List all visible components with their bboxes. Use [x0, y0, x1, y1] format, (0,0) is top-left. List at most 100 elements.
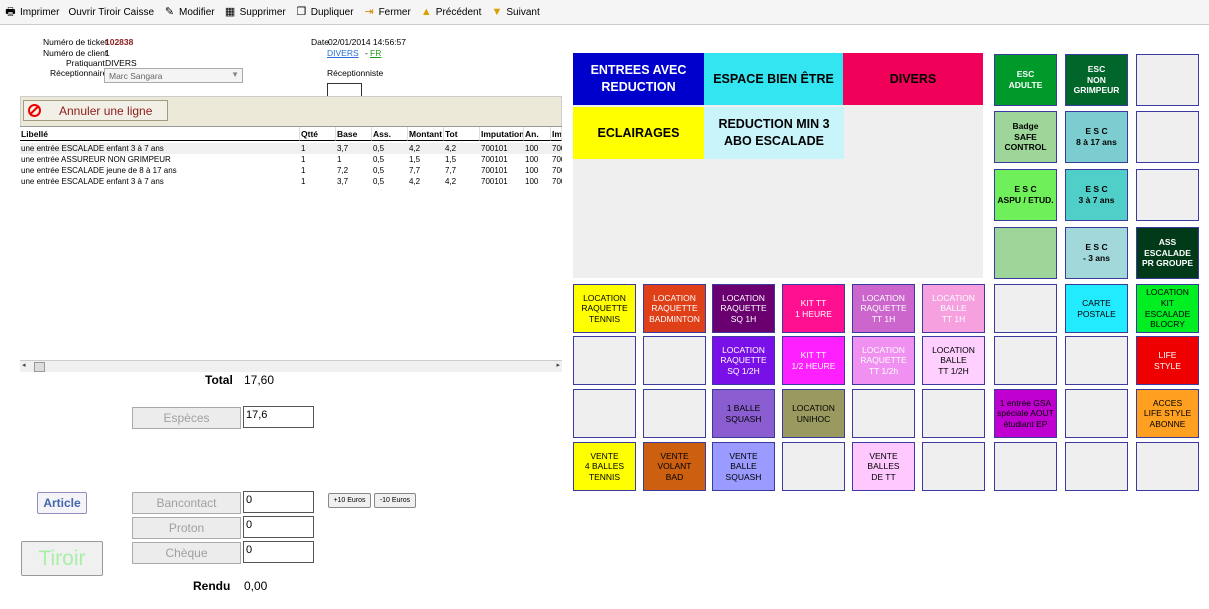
table-header[interactable]: Im: [551, 127, 562, 141]
duplicate-button[interactable]: ❐ Dupliquer: [295, 6, 353, 18]
especes-input[interactable]: 17,6: [243, 406, 314, 428]
product-tile[interactable]: [1065, 336, 1128, 385]
product-tile[interactable]: Badge SAFE CONTROL: [994, 111, 1057, 163]
category-button[interactable]: ESPACE BIEN ÊTRE: [704, 53, 843, 105]
table-row[interactable]: une entrée ESCALADE jeune de 8 à 17 ans 1…: [20, 165, 562, 176]
product-tile[interactable]: 1 entrée GSA spéciale AOUT étudiant EP: [994, 389, 1057, 438]
product-tile[interactable]: [922, 442, 985, 491]
category-button[interactable]: ECLAIRAGES: [573, 107, 704, 159]
category-button[interactable]: DIVERS: [843, 53, 983, 105]
next-button[interactable]: ▼ Suivant: [490, 6, 539, 18]
divers-link[interactable]: DIVERS: [327, 48, 359, 58]
product-tile[interactable]: [994, 336, 1057, 385]
horizontal-scrollbar[interactable]: ◂ ▸: [20, 360, 562, 372]
rendu-label: Rendu: [193, 579, 231, 593]
product-tile[interactable]: LOCATION KIT ESCALADE BLOCRY: [1136, 284, 1199, 333]
product-tile[interactable]: [1136, 54, 1199, 106]
table-row[interactable]: une entrée ASSUREUR NON GRIMPEUR 1 1 0,5 1,5…: [20, 154, 562, 165]
delete-button[interactable]: ▦ Supprimer: [224, 6, 286, 18]
receptionnaire-select[interactable]: Marc Sangara ▼: [104, 68, 243, 83]
product-tile[interactable]: E S C3 à 7 ans: [1065, 169, 1128, 221]
bancontact-input[interactable]: 0: [243, 491, 314, 513]
proton-input[interactable]: 0: [243, 516, 314, 538]
table-cell: 100: [525, 155, 539, 164]
table-row[interactable]: une entrée ESCALADE enfant 3 à 7 ans 1 3,7…: [20, 143, 562, 154]
product-tile[interactable]: [1065, 389, 1128, 438]
product-tile[interactable]: LOCATION RAQUETTE TENNIS: [573, 284, 636, 333]
product-tile[interactable]: [994, 284, 1057, 333]
table-cell: une entrée ASSUREUR NON GRIMPEUR: [21, 155, 171, 164]
print-button[interactable]: 🖶 Imprimer: [4, 6, 59, 18]
product-tile[interactable]: [994, 442, 1057, 491]
table-header[interactable]: Ass.: [372, 127, 408, 141]
product-tile[interactable]: VENTE VOLANT BAD: [643, 442, 706, 491]
close-button[interactable]: ⇥ Fermer: [363, 6, 410, 18]
cheque-input[interactable]: 0: [243, 541, 314, 563]
product-tile[interactable]: LOCATION BALLE TT 1/2H: [922, 336, 985, 385]
bancontact-button[interactable]: Bancontact: [132, 492, 241, 514]
product-tile[interactable]: ASS ESCALADE PR GROUPE: [1136, 227, 1199, 279]
product-tile[interactable]: [573, 336, 636, 385]
product-tile[interactable]: [782, 442, 845, 491]
product-tile[interactable]: LOCATION RAQUETTE SQ 1/2H: [712, 336, 775, 385]
table-cell: 0,5: [373, 177, 385, 186]
product-tile[interactable]: [643, 389, 706, 438]
product-tile[interactable]: ESC ADULTE: [994, 54, 1057, 106]
product-tile[interactable]: [922, 389, 985, 438]
especes-button[interactable]: Espèces: [132, 407, 241, 429]
product-tile[interactable]: [1136, 442, 1199, 491]
product-tile[interactable]: E S C- 3 ans: [1065, 227, 1128, 279]
product-tile[interactable]: 1 BALLE SQUASH: [712, 389, 775, 438]
product-tile[interactable]: [1136, 169, 1199, 221]
category-button[interactable]: ENTREES AVEC REDUCTION: [573, 53, 704, 105]
product-tile[interactable]: E S C ASPU / ETUD.: [994, 169, 1057, 221]
product-tile[interactable]: [1065, 442, 1128, 491]
open-drawer-button[interactable]: Ouvrir Tiroir Caisse: [68, 7, 154, 18]
product-tile[interactable]: LOCATION UNIHOC: [782, 389, 845, 438]
product-tile[interactable]: LOCATION RAQUETTE SQ 1H: [712, 284, 775, 333]
product-tile[interactable]: CARTE POSTALE: [1065, 284, 1128, 333]
tiroir-button[interactable]: Tiroir: [21, 541, 103, 576]
product-tile[interactable]: VENTE BALLES DE TT: [852, 442, 915, 491]
table-header[interactable]: Qtté: [300, 127, 336, 141]
product-tile[interactable]: [852, 389, 915, 438]
product-tile[interactable]: ACCES LIFE STYLE ABONNE: [1136, 389, 1199, 438]
pratiquant-value: DIVERS: [105, 58, 137, 68]
product-tile[interactable]: [573, 389, 636, 438]
receptionniste-input[interactable]: [327, 83, 362, 97]
table-header[interactable]: Montant: [408, 127, 444, 141]
previous-button[interactable]: ▲ Précédent: [420, 6, 482, 18]
minus-10-euros-button[interactable]: -10 Euros: [374, 493, 416, 508]
fr-link[interactable]: FR: [370, 48, 381, 58]
table-cell: 7,7: [409, 166, 421, 175]
proton-button[interactable]: Proton: [132, 517, 241, 539]
product-tile[interactable]: VENTE BALLE SQUASH: [712, 442, 775, 491]
table-header[interactable]: Base: [336, 127, 372, 141]
plus-10-euros-button[interactable]: +10 Euros: [328, 493, 371, 508]
product-tile[interactable]: LOCATION BALLE TT 1H: [922, 284, 985, 333]
product-tile[interactable]: KIT TT 1/2 HEURE: [782, 336, 845, 385]
product-tile[interactable]: [1136, 111, 1199, 163]
product-tile[interactable]: [643, 336, 706, 385]
table-cell: 4,2: [409, 144, 421, 153]
table-header[interactable]: Imputation: [480, 127, 524, 141]
table-header[interactable]: An.: [524, 127, 551, 141]
table-header[interactable]: Libellé: [20, 127, 300, 141]
table-header[interactable]: Tot: [444, 127, 480, 141]
product-tile[interactable]: LOCATION RAQUETTE TT 1H: [852, 284, 915, 333]
product-tile[interactable]: KIT TT 1 HEURE: [782, 284, 845, 333]
product-tile[interactable]: [994, 227, 1057, 279]
category-button[interactable]: REDUCTION MIN 3 ABO ESCALADE: [704, 107, 844, 159]
cancel-line-button[interactable]: Annuler une ligne: [23, 100, 168, 121]
product-tile[interactable]: LOCATION RAQUETTE BADMINTON: [643, 284, 706, 333]
article-button[interactable]: Article: [37, 492, 87, 514]
product-tile[interactable]: E S C8 à 17 ans: [1065, 111, 1128, 163]
cheque-button[interactable]: Chèque: [132, 542, 241, 564]
product-tile[interactable]: VENTE 4 BALLES TENNIS: [573, 442, 636, 491]
product-tile[interactable]: LOCATION RAQUETTE TT 1/2h: [852, 336, 915, 385]
table-row[interactable]: une entrée ESCALADE enfant 3 à 7 ans 1 3,7…: [20, 176, 562, 187]
product-tile[interactable]: ESC NON GRIMPEUR: [1065, 54, 1128, 106]
product-tile[interactable]: LIFE STYLE: [1136, 336, 1199, 385]
edit-button[interactable]: ✎ Modifier: [163, 6, 215, 18]
scrollbar-thumb[interactable]: [34, 362, 45, 372]
